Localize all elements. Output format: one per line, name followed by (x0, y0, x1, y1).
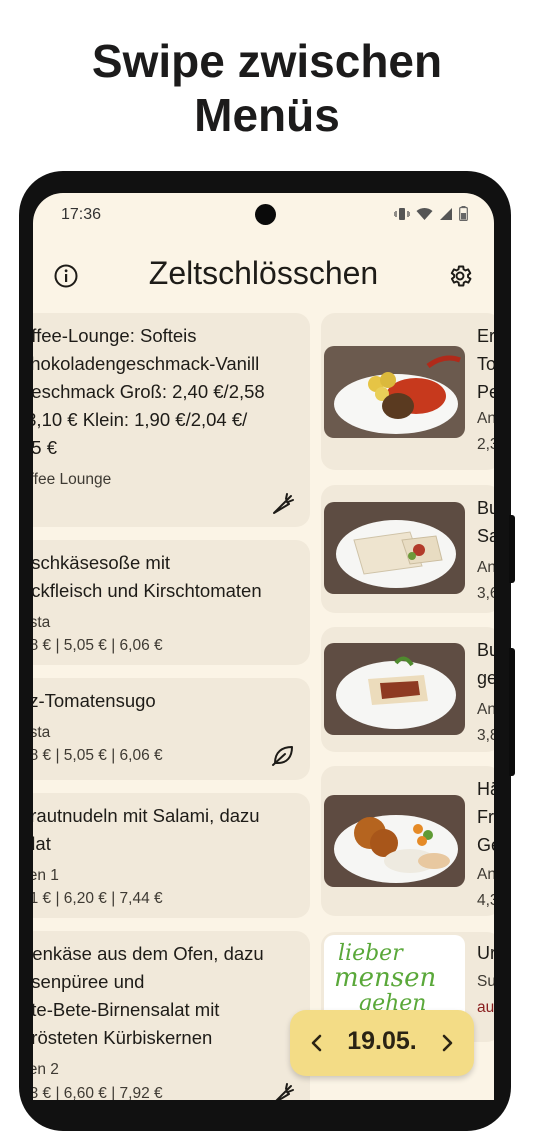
meal-photo (324, 643, 465, 735)
meal-price: au (477, 999, 494, 1016)
status-bar: 17:36 (33, 193, 494, 237)
meal-category: asta (33, 614, 51, 631)
meal-title: rtenkäse aus dem Ofen, dazu bsenpüree un… (33, 943, 264, 1048)
vibrate-icon (394, 207, 410, 220)
meal-price: 3,8 (477, 727, 494, 744)
menu-card[interactable]: krautnudeln mit Salami, dazu alat sen 1 … (33, 793, 310, 918)
menu-card[interactable]: Er To Pe An 2,3 (321, 313, 494, 470)
front-camera (255, 204, 276, 225)
meal-title: Er To Pe (477, 326, 494, 402)
wifi-icon (416, 207, 433, 220)
meal-price: 3,6 (477, 585, 494, 602)
meal-price: 4,3 (477, 892, 494, 909)
vegetarian-carrot-icon (270, 1081, 296, 1100)
meal-price: 78 € | 5,05 € | 6,06 € (33, 747, 163, 764)
meal-price: 78 € | 5,05 € | 6,06 € (33, 637, 163, 654)
meal-category: An (477, 410, 494, 427)
chevron-left-icon (311, 1034, 322, 1052)
menu-card[interactable]: rischkäsesoße mit ackfleisch und Kirscht… (33, 540, 310, 665)
meal-photo (324, 795, 465, 887)
menu-card[interactable]: Bu ge An 3,8 (321, 627, 494, 752)
logo-text-line2: mensen (334, 963, 437, 993)
menu-card[interactable]: ilz-Tomatensugo asta 78 € | 5,05 € | 6,0… (33, 678, 310, 780)
volume-button (509, 515, 515, 583)
menu-card[interactable]: Bu Sa An 3,6 (321, 485, 494, 613)
meal-title: ilz-Tomatensugo (33, 690, 156, 711)
meal-category: An (477, 701, 494, 718)
promo-headline-line2: Menüs (194, 89, 340, 141)
signal-icon (440, 207, 452, 220)
next-day-button[interactable] (430, 1026, 464, 1060)
selected-date: 19.05. (347, 1027, 417, 1055)
promo-headline-line1: Swipe zwischen (91, 35, 443, 87)
meal-title: Bu Sa (477, 498, 494, 546)
date-switcher: 19.05. (290, 1010, 474, 1076)
battery-icon (459, 206, 468, 221)
previous-day-button[interactable] (300, 1026, 334, 1060)
meal-category: An (477, 866, 494, 883)
menu-card[interactable]: rtenkäse aus dem Ofen, dazu bsenpüree un… (33, 931, 310, 1100)
page-title: Zeltschlösschen (148, 255, 379, 291)
meal-title: Ur (477, 943, 494, 963)
meal-title: Hä Fr Ge (477, 779, 494, 855)
meal-photo (324, 502, 465, 594)
settings-button[interactable] (445, 261, 475, 291)
meal-title: rischkäsesoße mit ackfleisch und Kirscht… (33, 552, 262, 601)
status-icons (394, 206, 468, 221)
menu-card[interactable]: affee-Lounge: Softeis chokoladengeschmac… (33, 313, 310, 527)
status-time: 17:36 (61, 206, 102, 223)
meal-category: Su (477, 973, 494, 990)
meal-price: 53 € | 6,60 € | 7,92 € (33, 1085, 163, 1100)
power-button (509, 648, 515, 776)
meal-category: sen 2 (33, 1061, 59, 1078)
vegetarian-carrot-icon (270, 491, 296, 517)
menu-card[interactable]: Hä Fr Ge An 4,3 (321, 766, 494, 916)
meal-category: An (477, 559, 494, 576)
meal-category: asta (33, 724, 51, 741)
gear-icon (450, 265, 472, 287)
promo-headline: Swipe zwischen Menüs (0, 34, 534, 142)
vegan-leaf-icon (270, 742, 296, 768)
chevron-right-icon (442, 1034, 453, 1052)
app-screen: 17:36 Zeltschlösschen affee-Lounge: Soft… (33, 193, 494, 1100)
meal-title: krautnudeln mit Salami, dazu alat (33, 805, 260, 854)
meal-title: Bu ge (477, 640, 494, 688)
meal-price: 2,3 (477, 436, 494, 453)
meal-photo (324, 346, 465, 438)
app-bar: Zeltschlösschen (33, 249, 494, 303)
meal-category: affee Lounge (33, 471, 112, 488)
meal-category: sen 1 (33, 867, 59, 884)
meal-title: affee-Lounge: Softeis chokoladengeschmac… (33, 325, 265, 458)
meal-price: 41 € | 6,20 € | 7,44 € (33, 890, 163, 907)
